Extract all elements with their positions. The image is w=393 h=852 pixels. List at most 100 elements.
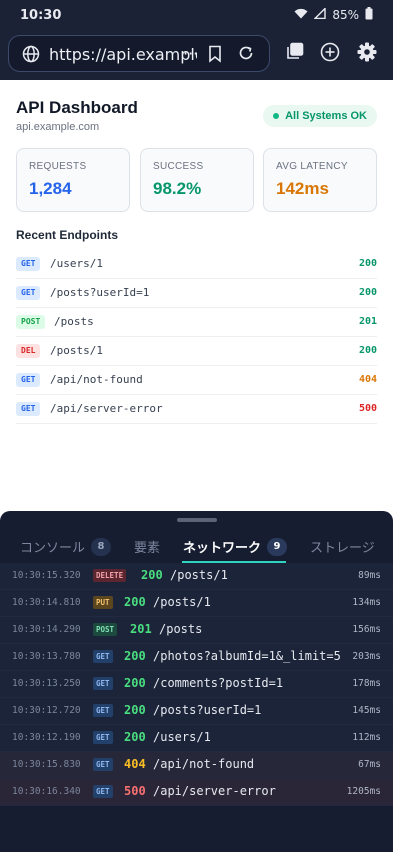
address-bar[interactable]: https://api.example ··· <box>8 35 270 72</box>
request-status: 500 <box>124 784 146 798</box>
bookmark-icon[interactable] <box>208 45 222 68</box>
request-status: 404 <box>124 757 146 771</box>
settings-gear-icon[interactable] <box>357 42 377 67</box>
page-subtitle: api.example.com <box>16 121 100 133</box>
stat-label: REQUESTS <box>29 161 87 172</box>
endpoint-row[interactable]: POST /posts 201 <box>16 308 377 337</box>
devtools-tabs: コンソール 8 要素 ネットワーク 9 ストレージ <box>0 529 393 564</box>
network-request-row[interactable]: 10:30:15.320 DELETE 200 /posts/1 89ms <box>0 563 393 590</box>
request-duration: 67ms <box>358 759 381 770</box>
tab-console[interactable]: コンソール 8 <box>20 537 112 556</box>
request-status: 201 <box>130 622 152 636</box>
endpoint-row[interactable]: GET /api/not-found 404 <box>16 366 377 395</box>
network-request-row[interactable]: 10:30:15.830 GET 404 /api/not-found 67ms <box>0 752 393 779</box>
endpoint-row[interactable]: GET /users/1 200 <box>16 250 377 279</box>
request-time: 10:30:15.320 <box>12 570 81 581</box>
request-path: /api/not-found <box>153 757 255 771</box>
request-path: /posts/1 <box>153 595 211 609</box>
request-path: /comments?postId=1 <box>153 676 284 690</box>
stat-label: SUCCESS <box>153 161 204 172</box>
page-title: API Dashboard <box>16 98 138 117</box>
method-badge: GET <box>16 373 41 387</box>
wifi-icon <box>294 8 308 22</box>
request-time: 10:30:14.810 <box>12 597 81 608</box>
tab-label: 要素 <box>134 541 161 556</box>
request-status: 200 <box>124 595 146 609</box>
system-status-badge: All Systems OK <box>263 105 377 127</box>
stat-card-latency: AVG LATENCY 142ms <box>263 148 377 212</box>
network-request-row[interactable]: 10:30:12.190 GET 200 /users/1 112ms <box>0 725 393 752</box>
request-time: 10:30:13.250 <box>12 678 81 689</box>
method-badge: GET <box>16 402 41 416</box>
network-request-row[interactable]: 10:30:12.720 GET 200 /posts?userId=1 145… <box>0 698 393 725</box>
endpoint-path: /api/not-found <box>50 373 143 386</box>
request-method-badge: GET <box>93 731 113 744</box>
endpoint-path: /posts?userId=1 <box>50 286 150 299</box>
request-method-badge: GET <box>93 785 113 798</box>
request-duration: 1205ms <box>346 786 381 797</box>
network-request-row[interactable]: 10:30:16.340 GET 500 /api/server-error 1… <box>0 779 393 806</box>
request-status: 200 <box>124 676 146 690</box>
endpoint-path: /posts <box>54 315 94 328</box>
globe-icon <box>22 45 40 68</box>
devtools-panel: コンソール 8 要素 ネットワーク 9 ストレージ 10:30:15.320 D… <box>0 511 393 852</box>
tab-label: ストレージ <box>310 541 375 556</box>
network-request-list: 10:30:15.320 DELETE 200 /posts/1 89ms 10… <box>0 563 393 806</box>
endpoint-path: /posts/1 <box>50 344 103 357</box>
endpoint-row[interactable]: DEL /posts/1 200 <box>16 337 377 366</box>
status-bar: 10:30 85% <box>0 0 393 30</box>
web-page: API Dashboard api.example.com All System… <box>0 80 393 512</box>
tab-storage[interactable]: ストレージ <box>310 537 375 556</box>
signal-icon <box>313 6 327 22</box>
status-code: 200 <box>358 258 377 269</box>
tab-elements[interactable]: 要素 <box>134 537 160 556</box>
request-duration: 156ms <box>352 624 381 635</box>
drag-handle[interactable] <box>177 518 217 522</box>
request-method-badge: POST <box>93 623 118 636</box>
status-dot-icon <box>273 113 280 119</box>
request-method-badge: PUT <box>93 596 113 609</box>
endpoint-path: /users/1 <box>50 257 103 270</box>
system-status-label: All Systems OK <box>285 110 367 122</box>
request-path: /posts/1 <box>170 568 228 582</box>
method-badge: POST <box>16 315 46 329</box>
new-tab-icon[interactable] <box>320 42 340 67</box>
status-code: 500 <box>358 403 377 414</box>
stat-label: AVG LATENCY <box>276 161 348 172</box>
request-status: 200 <box>141 568 163 582</box>
tabs-icon[interactable] <box>286 42 304 65</box>
battery-icon <box>365 7 373 23</box>
request-status: 200 <box>124 703 146 717</box>
endpoint-row[interactable]: GET /api/server-error 500 <box>16 395 377 424</box>
request-duration: 145ms <box>352 705 381 716</box>
status-code: 201 <box>358 316 377 327</box>
request-method-badge: GET <box>93 758 113 771</box>
request-status: 200 <box>124 649 146 663</box>
status-icons: 85% <box>294 6 373 23</box>
url-text[interactable]: https://api.example <box>49 45 197 64</box>
request-method-badge: GET <box>93 677 113 690</box>
request-path: /posts <box>159 622 203 636</box>
request-method-badge: GET <box>93 704 113 717</box>
method-badge: GET <box>16 286 41 300</box>
endpoint-path: /api/server-error <box>50 402 163 415</box>
stat-card-requests: REQUESTS 1,284 <box>16 148 130 212</box>
stats-cards: REQUESTS 1,284 SUCCESS 98.2% AVG LATENCY… <box>16 148 377 212</box>
method-badge: DEL <box>16 344 41 358</box>
network-request-row[interactable]: 10:30:14.290 POST 201 /posts 156ms <box>0 617 393 644</box>
reload-icon[interactable] <box>238 45 254 66</box>
request-method-badge: GET <box>93 650 113 663</box>
tab-label: コンソール <box>20 541 86 556</box>
method-badge: GET <box>16 257 41 271</box>
request-method-badge: DELETE <box>93 569 127 582</box>
request-time: 10:30:15.830 <box>12 759 81 770</box>
request-path: /users/1 <box>153 730 211 744</box>
request-status: 200 <box>124 730 146 744</box>
status-code: 200 <box>358 287 377 298</box>
network-request-row[interactable]: 10:30:14.810 PUT 200 /posts/1 134ms <box>0 590 393 617</box>
stat-value: 1,284 <box>29 179 72 198</box>
network-request-row[interactable]: 10:30:13.780 GET 200 /photos?albumId=1&_… <box>0 644 393 671</box>
endpoint-row[interactable]: GET /posts?userId=1 200 <box>16 279 377 308</box>
tab-network[interactable]: ネットワーク 9 <box>183 537 288 556</box>
network-request-row[interactable]: 10:30:13.250 GET 200 /comments?postId=1 … <box>0 671 393 698</box>
